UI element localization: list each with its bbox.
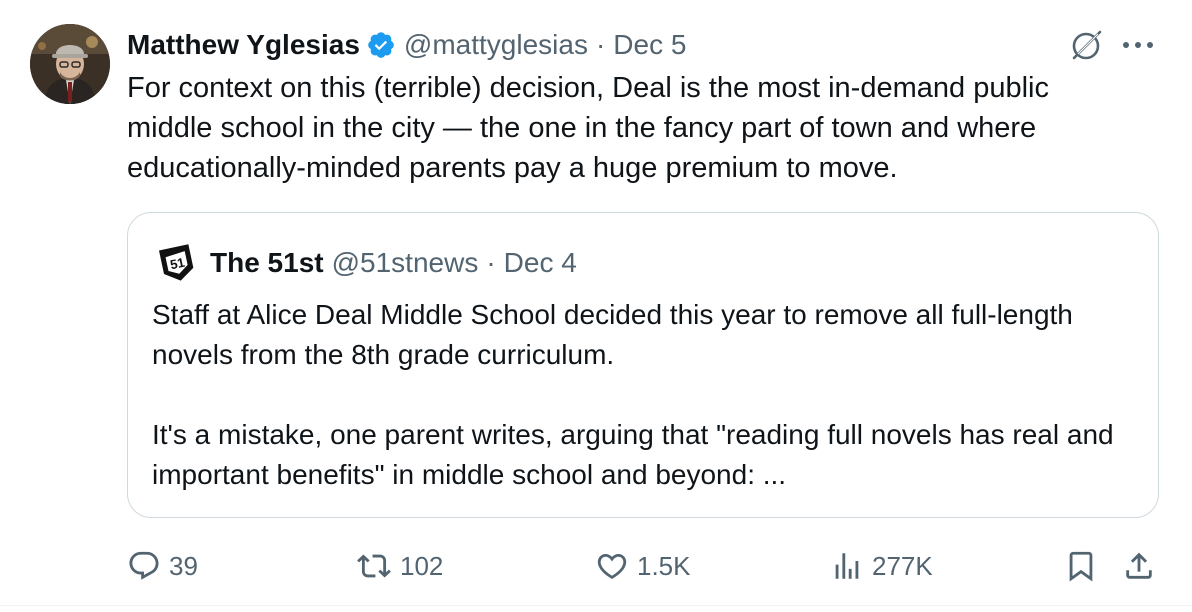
author-handle[interactable]: @mattyglesias bbox=[404, 29, 588, 61]
tweet-text: For context on this (terrible) decision,… bbox=[127, 68, 1147, 188]
author-avatar[interactable] bbox=[30, 24, 110, 104]
grok-icon[interactable] bbox=[1068, 26, 1106, 64]
heart-icon bbox=[595, 549, 629, 583]
reply-button[interactable]: 39 bbox=[127, 540, 198, 592]
bookmark-button[interactable] bbox=[1064, 540, 1098, 592]
quoted-tweet[interactable]: 51 The 51st @51stnews · Dec 4 Staff at A… bbox=[127, 212, 1159, 518]
header-separator: · bbox=[595, 29, 606, 60]
reply-icon bbox=[127, 549, 161, 583]
views-button[interactable]: 277K bbox=[830, 540, 933, 592]
like-count: 1.5K bbox=[637, 550, 691, 581]
author-name[interactable]: Matthew Yglesias bbox=[127, 29, 360, 61]
share-button[interactable] bbox=[1122, 540, 1156, 592]
tweet-date[interactable]: Dec 5 bbox=[613, 29, 686, 61]
view-count: 277K bbox=[872, 550, 933, 581]
quoted-tweet-date[interactable]: Dec 4 bbox=[504, 247, 577, 279]
tweet-top-actions bbox=[1068, 26, 1156, 64]
quoted-tweet-text: Staff at Alice Deal Middle School decide… bbox=[152, 295, 1132, 495]
quoted-author-handle[interactable]: @51stnews bbox=[332, 247, 479, 279]
share-icon bbox=[1122, 549, 1156, 583]
repost-button[interactable]: 102 bbox=[356, 540, 443, 592]
more-icon[interactable] bbox=[1120, 26, 1156, 64]
tweet-text-line: middle school in the city — the one in t… bbox=[127, 112, 1037, 144]
action-bar: 39 102 1.5K 277K bbox=[0, 540, 1192, 592]
bookmark-icon bbox=[1064, 549, 1098, 583]
quoted-paragraph: Staff at Alice Deal Middle School decide… bbox=[152, 299, 1073, 370]
quoted-author-name[interactable]: The 51st bbox=[210, 247, 324, 279]
quoted-tweet-header: 51 The 51st @51stnews · Dec 4 bbox=[158, 243, 577, 283]
tweet[interactable]: Matthew Yglesias @mattyglesias · Dec 5 F… bbox=[0, 0, 1192, 612]
avatar-image bbox=[30, 24, 110, 104]
svg-text:51: 51 bbox=[169, 255, 186, 273]
like-button[interactable]: 1.5K bbox=[595, 540, 691, 592]
tweet-text-line: For context on this (terrible) decision,… bbox=[127, 72, 1049, 104]
quoted-paragraph: It's a mistake, one parent writes, argui… bbox=[152, 419, 1114, 490]
reply-count: 39 bbox=[169, 550, 198, 581]
quoted-header-separator: · bbox=[486, 247, 496, 278]
tweet-text-line: educationally-minded parents pay a huge … bbox=[127, 152, 898, 184]
repost-count: 102 bbox=[400, 550, 444, 581]
the-51st-logo[interactable]: 51 bbox=[158, 243, 196, 283]
verified-badge-icon[interactable] bbox=[366, 30, 396, 60]
bottom-divider bbox=[0, 605, 1192, 606]
views-icon bbox=[830, 549, 864, 583]
tweet-header: Matthew Yglesias @mattyglesias · Dec 5 bbox=[127, 26, 686, 64]
repost-icon bbox=[356, 549, 392, 583]
